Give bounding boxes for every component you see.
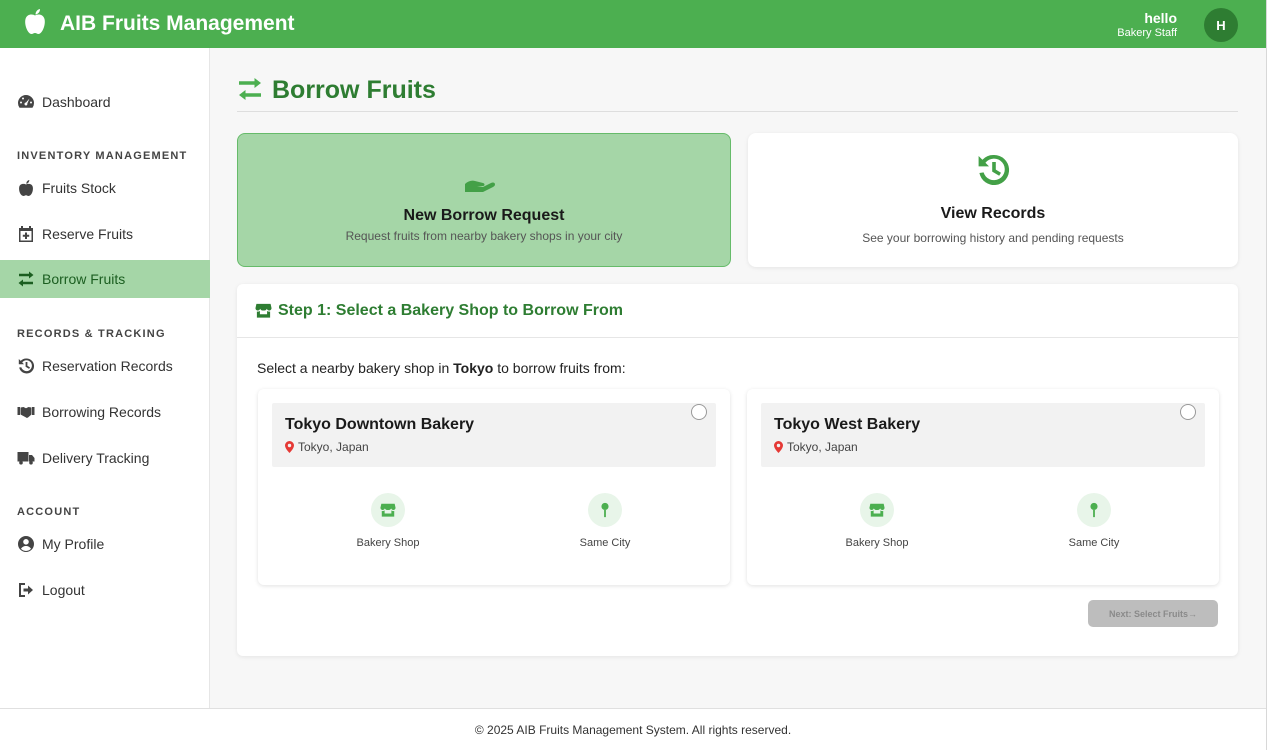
gauge-icon bbox=[17, 95, 35, 108]
apple-icon bbox=[19, 180, 33, 196]
feature-icon-circle bbox=[860, 493, 894, 527]
user-info: hello Bakery Staff bbox=[1117, 10, 1177, 40]
user-name: hello bbox=[1144, 10, 1177, 26]
sidebar-item-label: Borrowing Records bbox=[42, 404, 162, 420]
sidebar-item-borrowing-records[interactable]: Borrowing Records bbox=[0, 393, 210, 431]
map-pin-icon bbox=[601, 502, 609, 518]
sidebar-item-label: Logout bbox=[42, 582, 85, 598]
sidebar-item-label: My Profile bbox=[42, 536, 105, 552]
logout-icon bbox=[19, 583, 33, 597]
footer-copyright: © 2025 AIB Fruits Management System. All… bbox=[474, 722, 792, 737]
sidebar-item-dashboard[interactable]: Dashboard bbox=[0, 83, 210, 121]
sidebar-item-label: Borrow Fruits bbox=[42, 271, 126, 287]
map-pin-icon bbox=[1090, 502, 1098, 518]
apple-icon bbox=[22, 8, 48, 41]
feature-same-city: Same City bbox=[1034, 493, 1154, 549]
shop-radio[interactable] bbox=[1180, 404, 1196, 420]
feature-bakery-shop: Bakery Shop bbox=[328, 493, 448, 549]
new-borrow-request-desc: Request fruits from nearby bakery shops … bbox=[345, 229, 623, 243]
sidebar-item-reservation-records[interactable]: Reservation Records bbox=[0, 347, 210, 385]
brand[interactable]: AIB Fruits Management bbox=[22, 8, 295, 41]
sidebar: Dashboard INVENTORY MANAGEMENT Fruits St… bbox=[0, 48, 210, 708]
hand-holding-icon bbox=[465, 180, 495, 192]
store-icon bbox=[380, 503, 396, 517]
sidebar-item-label: Reservation Records bbox=[42, 358, 173, 374]
sidebar-item-borrow-fruits[interactable]: Borrow Fruits bbox=[0, 260, 210, 298]
shop-name: Tokyo West Bakery bbox=[774, 416, 921, 433]
sidebar-item-label: Delivery Tracking bbox=[42, 450, 150, 466]
page-title: Borrow Fruits bbox=[272, 76, 436, 104]
page-header: Borrow Fruits bbox=[237, 74, 1238, 112]
map-pin-icon bbox=[285, 441, 294, 453]
exchange-icon bbox=[239, 78, 261, 100]
user-circle-icon bbox=[18, 536, 34, 552]
step-intro-city: Tokyo bbox=[453, 360, 494, 376]
footer: © 2025 AIB Fruits Management System. All… bbox=[0, 708, 1266, 750]
calendar-plus-icon bbox=[19, 226, 33, 242]
step-intro-text: Select a nearby bakery shop in bbox=[257, 360, 454, 376]
section-inventory-management: INVENTORY MANAGEMENT bbox=[17, 150, 188, 162]
feature-icon-circle bbox=[1077, 493, 1111, 527]
shop-card[interactable]: Tokyo Downtown Bakery Tokyo, Japan Baker… bbox=[258, 389, 730, 585]
map-pin-icon bbox=[774, 441, 783, 453]
view-records-desc: See your borrowing history and pending r… bbox=[862, 231, 1124, 245]
step-header: Step 1: Select a Bakery Shop to Borrow F… bbox=[237, 284, 1238, 338]
feature-same-city: Same City bbox=[545, 493, 665, 549]
sidebar-item-label: Reserve Fruits bbox=[42, 226, 134, 242]
app-window: AIB Fruits Management hello Bakery Staff… bbox=[0, 0, 1266, 750]
sidebar-item-my-profile[interactable]: My Profile bbox=[0, 525, 210, 563]
new-borrow-request-title: New Borrow Request bbox=[403, 207, 565, 224]
store-icon bbox=[869, 503, 885, 517]
exchange-icon bbox=[18, 271, 34, 287]
window-edge-bottom bbox=[0, 750, 1274, 754]
shop-card[interactable]: Tokyo West Bakery Tokyo, Japan Bakery Sh… bbox=[747, 389, 1219, 585]
feature-label: Bakery Shop bbox=[845, 537, 909, 549]
feature-icon-circle bbox=[588, 493, 622, 527]
app-title: AIB Fruits Management bbox=[60, 12, 295, 35]
section-account: ACCOUNT bbox=[17, 506, 81, 518]
history-icon bbox=[978, 154, 1010, 185]
feature-label: Bakery Shop bbox=[356, 537, 420, 549]
top-navbar: AIB Fruits Management hello Bakery Staff… bbox=[0, 0, 1266, 48]
step-panel: Step 1: Select a Bakery Shop to Borrow F… bbox=[237, 284, 1238, 656]
shop-location-text: Tokyo, Japan bbox=[787, 440, 858, 454]
avatar[interactable]: H bbox=[1204, 8, 1238, 42]
view-records-card[interactable]: View Records See your borrowing history … bbox=[748, 133, 1238, 267]
feature-icon-circle bbox=[371, 493, 405, 527]
feature-label: Same City bbox=[1068, 537, 1120, 549]
history-icon bbox=[18, 358, 35, 374]
shop-location: Tokyo, Japan bbox=[285, 440, 369, 454]
new-borrow-request-card[interactable]: New Borrow Request Request fruits from n… bbox=[237, 133, 731, 267]
feature-bakery-shop: Bakery Shop bbox=[817, 493, 937, 549]
step-intro: Select a nearby bakery shop in Tokyo to … bbox=[257, 360, 626, 376]
shop-name: Tokyo Downtown Bakery bbox=[285, 416, 475, 433]
sidebar-item-delivery-tracking[interactable]: Delivery Tracking bbox=[0, 439, 210, 477]
handshake-icon bbox=[17, 407, 35, 418]
shop-location-text: Tokyo, Japan bbox=[298, 440, 369, 454]
section-records-tracking: RECORDS & TRACKING bbox=[17, 328, 166, 340]
store-icon bbox=[255, 303, 272, 318]
user-role: Bakery Staff bbox=[1117, 27, 1177, 39]
sidebar-item-label: Fruits Stock bbox=[42, 180, 116, 196]
window-edge bbox=[1266, 0, 1274, 754]
sidebar-item-fruits-stock[interactable]: Fruits Stock bbox=[0, 169, 210, 207]
shop-header: Tokyo Downtown Bakery Tokyo, Japan bbox=[272, 403, 716, 467]
shop-radio[interactable] bbox=[691, 404, 707, 420]
sidebar-item-logout[interactable]: Logout bbox=[0, 571, 210, 609]
sidebar-item-reserve-fruits[interactable]: Reserve Fruits bbox=[0, 215, 210, 253]
shop-location: Tokyo, Japan bbox=[774, 440, 858, 454]
sidebar-item-label: Dashboard bbox=[42, 94, 111, 110]
view-records-title: View Records bbox=[940, 205, 1046, 222]
shop-header: Tokyo West Bakery Tokyo, Japan bbox=[761, 403, 1205, 467]
step-title: Step 1: Select a Bakery Shop to Borrow F… bbox=[278, 301, 623, 319]
feature-label: Same City bbox=[579, 537, 631, 549]
step-intro-text-end: to borrow fruits from: bbox=[493, 360, 626, 376]
truck-icon bbox=[17, 452, 35, 465]
next-select-fruits-button[interactable]: Next: Select Fruits→ bbox=[1088, 600, 1218, 627]
